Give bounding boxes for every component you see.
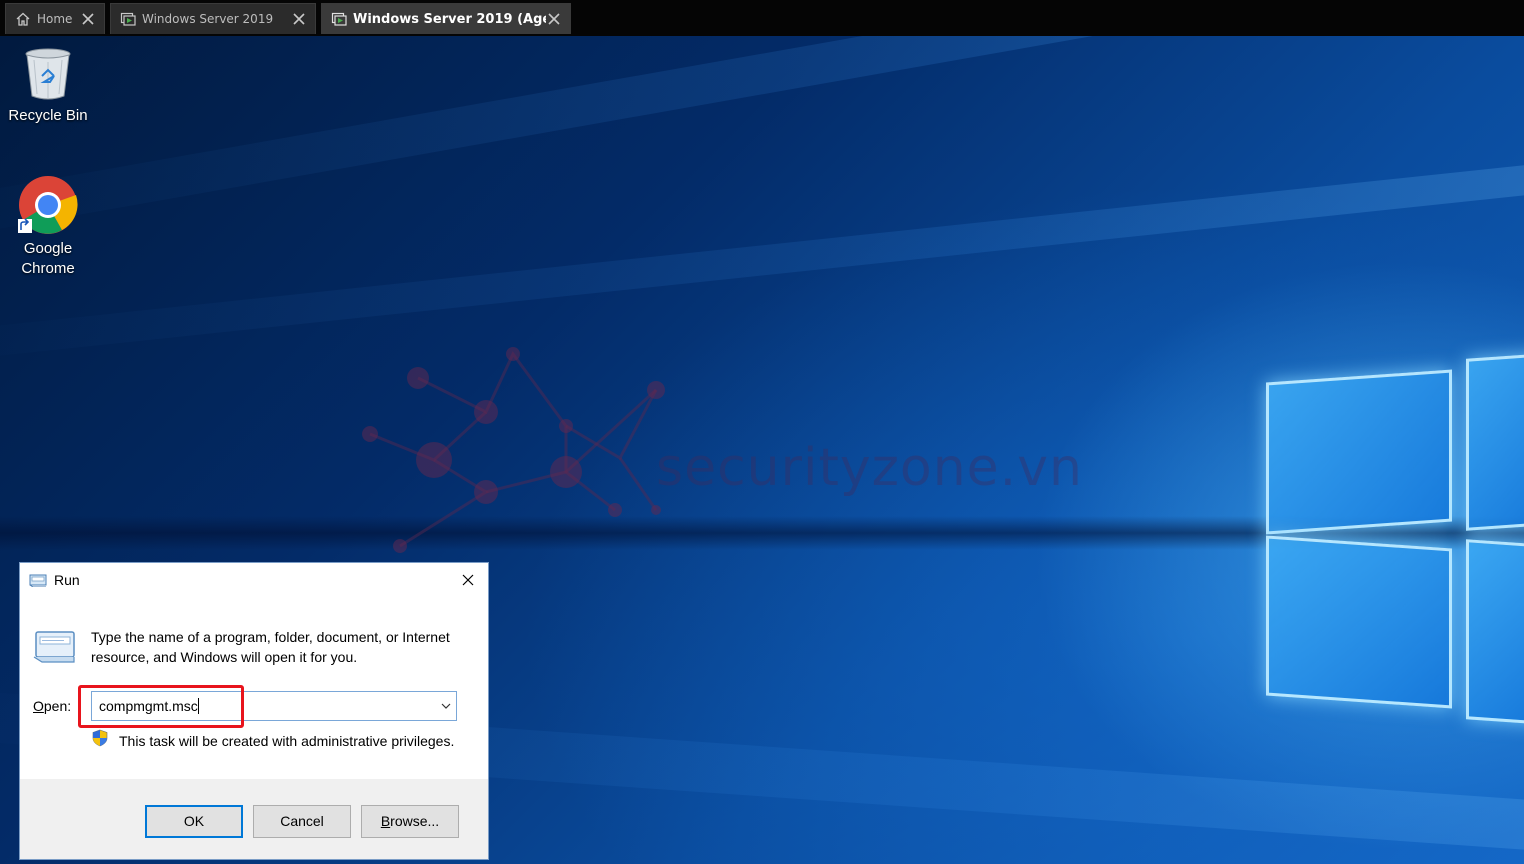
windows-logo-pane bbox=[1266, 369, 1452, 535]
chevron-down-icon[interactable] bbox=[440, 700, 452, 712]
dialog-footer: OK Cancel Browse... bbox=[20, 779, 488, 859]
annotation-highlight-box bbox=[78, 685, 244, 728]
close-icon[interactable] bbox=[546, 11, 562, 27]
tab-windows-server-2019[interactable]: Windows Server 2019 bbox=[110, 3, 316, 34]
close-icon[interactable] bbox=[291, 11, 307, 27]
browse-button[interactable]: Browse... bbox=[361, 805, 459, 838]
desktop-icon-google-chrome[interactable]: Google Chrome bbox=[0, 175, 96, 279]
close-icon[interactable] bbox=[456, 568, 480, 592]
cancel-button[interactable]: Cancel bbox=[253, 805, 351, 838]
tab-home[interactable]: Home bbox=[5, 3, 105, 34]
browse-label: rowse... bbox=[390, 813, 440, 829]
chrome-icon bbox=[18, 176, 78, 234]
ok-button[interactable]: OK bbox=[145, 805, 243, 838]
admin-privileges-note: This task will be created with administr… bbox=[119, 733, 455, 749]
watermark-text: securityzone.vn bbox=[656, 438, 1083, 498]
uac-shield-icon bbox=[92, 729, 108, 747]
browse-accelerator: B bbox=[380, 813, 391, 829]
home-icon bbox=[16, 12, 30, 26]
dialog-title: Run bbox=[54, 572, 80, 588]
close-icon[interactable] bbox=[80, 11, 96, 27]
run-dialog: Run Type the name of a program, folder, … bbox=[19, 562, 489, 860]
tab-windows-server-2019-agent[interactable]: Windows Server 2019 (Age... bbox=[321, 3, 571, 34]
dialog-title-bar[interactable]: Run bbox=[20, 563, 488, 597]
recycle-bin-icon bbox=[25, 48, 71, 100]
dialog-description: Type the name of a program, folder, docu… bbox=[91, 629, 450, 665]
windows-logo-pane bbox=[1466, 353, 1524, 531]
tab-label: Windows Server 2019 bbox=[142, 12, 274, 26]
tab-label: Windows Server 2019 (Age... bbox=[353, 11, 546, 27]
desktop-icon-recycle-bin[interactable]: Recycle Bin bbox=[0, 46, 96, 126]
open-label: Open: bbox=[33, 698, 71, 714]
tab-label: Home bbox=[37, 12, 73, 26]
windows-logo-pane bbox=[1466, 539, 1524, 725]
vm-console-icon bbox=[120, 12, 136, 26]
open-label-accelerator: O bbox=[33, 698, 44, 714]
desktop-icon-label: Google Chrome bbox=[21, 240, 75, 277]
vm-console-icon bbox=[331, 12, 347, 26]
open-label-text: pen: bbox=[43, 698, 72, 714]
desktop-icon-label: Recycle Bin bbox=[8, 107, 88, 124]
windows-logo-pane bbox=[1266, 535, 1452, 709]
run-program-icon bbox=[33, 631, 75, 663]
tab-bar: Home Windows Server 2019 Windows Server … bbox=[0, 0, 1524, 36]
run-icon bbox=[29, 574, 47, 587]
